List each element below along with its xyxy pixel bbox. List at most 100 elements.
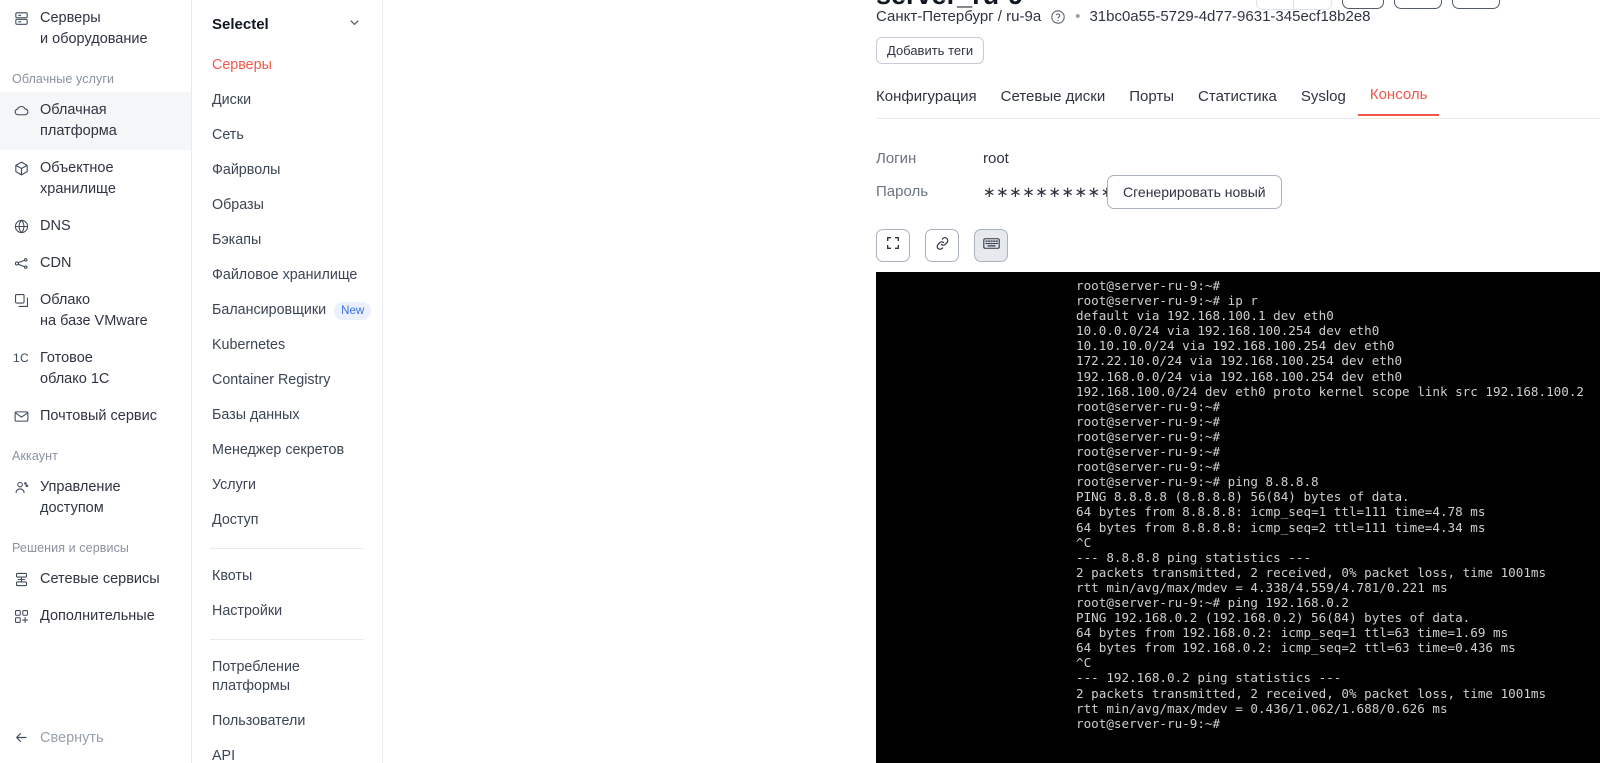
tab-3[interactable]: Статистика xyxy=(1186,84,1289,116)
sidebar-item-label: Облако на базе VMware xyxy=(40,292,148,329)
sidebar-item-servers[interactable]: Серверы и оборудование xyxy=(0,0,191,58)
sidebar-item-label: Управление доступом xyxy=(40,479,121,516)
keyboard-button[interactable] xyxy=(974,229,1008,262)
project-item-15[interactable]: Квоты xyxy=(192,559,382,594)
new-badge: New xyxy=(334,301,372,320)
project-item-10[interactable]: Базы данных xyxy=(192,398,382,433)
terminal-line: 172.22.10.0/24 via 192.168.100.254 dev e… xyxy=(1076,353,1403,369)
server-location: Санкт-Петербург / ru-9a xyxy=(876,8,1042,25)
help-circle-icon[interactable] xyxy=(1050,9,1066,25)
project-item-9[interactable]: Container Registry xyxy=(192,363,382,398)
terminal-line: 2 packets transmitted, 2 received, 0% pa… xyxy=(1076,564,1547,580)
project-item-label: Сеть xyxy=(212,127,244,143)
cube-icon xyxy=(12,158,30,179)
sidebar-collapse-button[interactable]: Свернуть xyxy=(0,721,116,754)
header-button-1[interactable] xyxy=(1342,0,1384,9)
project-item-1[interactable]: Диски xyxy=(192,83,382,118)
add-tags-button[interactable]: Добавить теги xyxy=(876,37,985,64)
project-item-label: Файрволы xyxy=(212,162,281,178)
terminal-line: 64 bytes from 192.168.0.2: icmp_seq=1 tt… xyxy=(1076,625,1509,641)
sidebar-group-label: Облачные услуги xyxy=(12,72,115,86)
sidebar-collapse-label: Свернуть xyxy=(40,729,104,746)
project-item-2[interactable]: Сеть xyxy=(192,118,382,153)
login-label: Логин xyxy=(876,150,917,167)
sidebar-item-label: Почтовый сервис xyxy=(40,408,157,424)
sidebar-item-grid-plus[interactable]: Дополнительные xyxy=(0,598,191,635)
project-item-8[interactable]: Kubernetes xyxy=(192,328,382,363)
project-item-13[interactable]: Доступ xyxy=(192,503,382,538)
terminal-line: 64 bytes from 8.8.8.8: icmp_seq=1 ttl=11… xyxy=(1076,504,1486,520)
project-selector[interactable]: Selectel xyxy=(192,0,382,48)
project-item-label: Серверы xyxy=(212,57,272,73)
terminal-line: root@server-ru-9:~# xyxy=(1076,715,1221,731)
terminal-line: root@server-ru-9:~# xyxy=(1076,278,1221,293)
project-item-5[interactable]: Бэкапы xyxy=(192,223,382,258)
project-item-12[interactable]: Услуги xyxy=(192,468,382,503)
project-sidebar: Selectel Серверы Диски Сеть Файрволы Образы Б… xyxy=(192,0,383,763)
header-button-2[interactable] xyxy=(1394,0,1442,9)
console-terminal[interactable]: root@server-ru-9:~# root@server-ru-9:~# i… xyxy=(876,272,1600,763)
tab-4[interactable]: Syslog xyxy=(1289,84,1358,116)
project-item-label: Диски xyxy=(212,92,252,108)
sidebar-item-cloud[interactable]: Облачная платформа xyxy=(0,92,191,150)
sidebar-item-cube[interactable]: Объектное хранилище xyxy=(0,150,191,208)
network-icon xyxy=(12,569,30,590)
terminal-line: root@server-ru-9:~# ip r xyxy=(1076,293,1258,309)
segment-2[interactable] xyxy=(1294,0,1331,9)
terminal-line: root@server-ru-9:~# xyxy=(1076,413,1221,429)
server-meta: Санкт-Петербург / ru-9a • 31bc0a55-5729-… xyxy=(876,8,1371,25)
sidebar-item-label: CDN xyxy=(40,255,72,271)
tab-0[interactable]: Конфигурация xyxy=(876,84,989,116)
project-item-20[interactable]: API xyxy=(192,739,382,763)
terminal-line: root@server-ru-9:~# ping 8.8.8.8 xyxy=(1076,474,1319,490)
header-button-3[interactable] xyxy=(1452,0,1500,9)
chevron-down-icon xyxy=(347,15,362,34)
copy-icon xyxy=(12,290,30,311)
terminal-line: 64 bytes from 8.8.8.8: icmp_seq=2 ttl=11… xyxy=(1076,519,1486,535)
project-item-18[interactable]: Потребление платформы xyxy=(192,650,382,704)
login-row: Логин root xyxy=(876,142,1282,175)
sidebar-divider xyxy=(210,548,364,549)
segment-1[interactable] xyxy=(1257,0,1294,9)
fullscreen-button[interactable] xyxy=(876,229,910,262)
primary-sidebar-list: Серверы и оборудование Облачные услуги Обл… xyxy=(0,0,191,635)
project-item-0[interactable]: Серверы xyxy=(192,48,382,83)
servers-icon xyxy=(12,8,30,29)
generate-password-button[interactable]: Сгенерировать новый xyxy=(1107,174,1282,209)
project-item-label: Квоты xyxy=(212,568,253,584)
sidebar-item-label: DNS xyxy=(40,218,71,234)
sidebar-item-mail[interactable]: Почтовый сервис xyxy=(0,398,191,435)
terminal-line: PING 8.8.8.8 (8.8.8.8) 56(84) bytes of d… xyxy=(1076,489,1410,505)
project-item-4[interactable]: Образы xyxy=(192,188,382,223)
segmented-control[interactable] xyxy=(1256,0,1332,10)
project-item-11[interactable]: Менеджер секретов xyxy=(192,433,382,468)
terminal-line: --- 8.8.8.8 ping statistics --- xyxy=(1076,549,1312,565)
project-item-19[interactable]: Пользователи xyxy=(192,704,382,739)
tab-5[interactable]: Консоль xyxy=(1357,82,1440,116)
fullscreen-icon xyxy=(885,235,901,256)
sidebar-item-copy[interactable]: Облако на базе VMware xyxy=(0,282,191,340)
project-item-6[interactable]: Файловое хранилище xyxy=(192,258,382,293)
tab-1[interactable]: Сетевые диски xyxy=(989,84,1118,116)
sidebar-item-globe[interactable]: DNS xyxy=(0,208,191,245)
server-uuid: 31bc0a55-5729-4d77-9631-345ecf18b2e8 xyxy=(1089,8,1371,25)
sidebar-item-label: Серверы и оборудование xyxy=(40,10,148,47)
project-item-3[interactable]: Файрволы xyxy=(192,153,382,188)
sidebar-item-1c[interactable]: 1C Готовое облако 1С xyxy=(0,340,191,398)
mail-icon xyxy=(12,406,30,427)
terminal-line: root@server-ru-9:~# xyxy=(1076,444,1221,460)
terminal-line: 192.168.100.0/24 dev eth0 proto kernel s… xyxy=(1076,383,1584,399)
project-item-label: Пользователи xyxy=(212,713,306,729)
main-content: server_ru-9 Санкт-Петербург / ru-9a • 31… xyxy=(383,0,1600,763)
project-item-7[interactable]: Балансировщики New xyxy=(192,293,382,328)
copy-link-button[interactable] xyxy=(925,229,959,262)
sidebar-item-users[interactable]: Управление доступом xyxy=(0,469,191,527)
project-item-16[interactable]: Настройки xyxy=(192,594,382,629)
sidebar-item-cdn[interactable]: CDN xyxy=(0,245,191,282)
terminal-line: ^C xyxy=(1076,534,1092,550)
sidebar-item-network[interactable]: Сетевые сервисы xyxy=(0,561,191,598)
tab-bar: Конфигурация Сетевые диски Порты Статистика… xyxy=(876,82,1600,116)
tab-2[interactable]: Порты xyxy=(1117,84,1186,116)
project-item-label: Container Registry xyxy=(212,372,331,388)
sidebar-item-label: Дополнительные xyxy=(40,608,155,624)
